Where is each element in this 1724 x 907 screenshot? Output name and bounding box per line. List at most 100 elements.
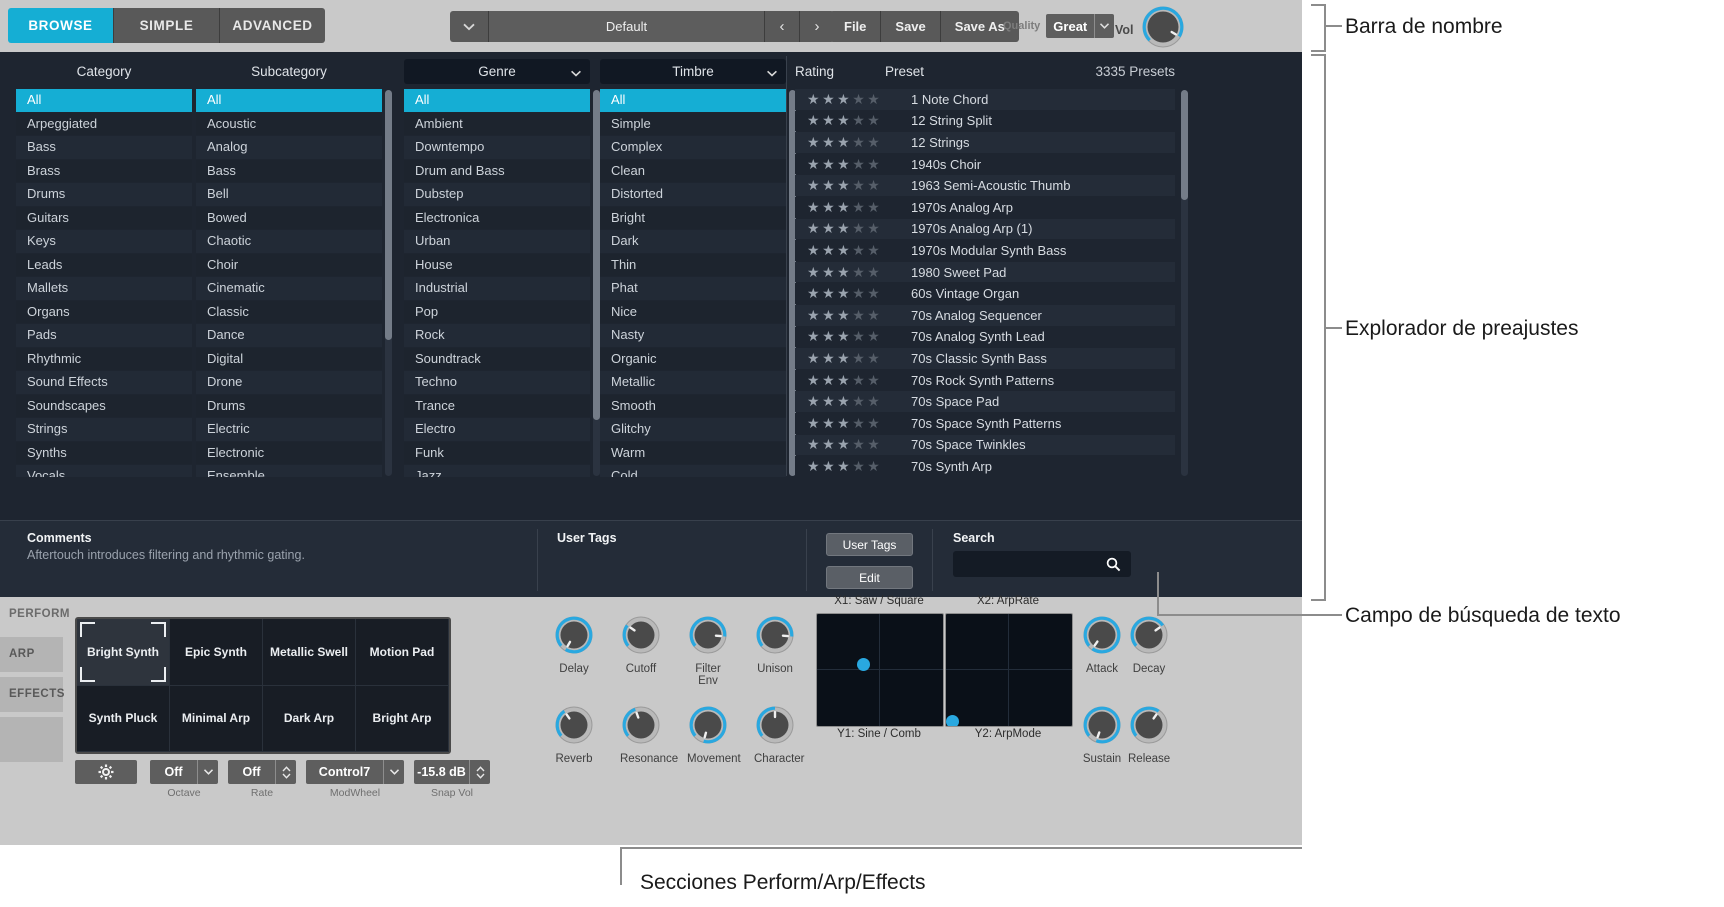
status-badge[interactable]: ★ ★ ★ ★ ★ [795, 242, 902, 259]
list-item[interactable]: Classic [196, 300, 382, 323]
star-icon[interactable]: ★ [852, 91, 867, 108]
star-icon[interactable]: ★ [807, 199, 822, 216]
table-row[interactable]: ★ ★ ★ ★ ★ 70s Space Pad [795, 391, 1175, 412]
star-icon[interactable]: ★ [822, 134, 837, 151]
stepper-icon[interactable] [469, 760, 490, 784]
list-subcategory[interactable]: All Acoustic Analog Bass Bell Bowed Chaotic Cho… [196, 89, 382, 477]
knob-dial[interactable] [1129, 705, 1169, 745]
performance-pad[interactable]: Motion Pad [356, 619, 449, 686]
scrollbar[interactable] [593, 90, 600, 476]
control-value-box[interactable]: Off [150, 760, 218, 784]
star-icon[interactable]: ★ [837, 242, 852, 259]
status-badge[interactable]: ★ ★ ★ ★ ★ [795, 350, 902, 367]
table-row[interactable]: ★ ★ ★ ★ ★ 70s Analog Sequencer [795, 304, 1175, 326]
list-item[interactable]: Warm [600, 441, 786, 464]
knob-cutoff[interactable]: Cutoff [620, 615, 662, 675]
knob-decay[interactable]: Decay [1128, 615, 1170, 675]
knob-reverb[interactable]: Reverb [553, 705, 595, 765]
star-icon[interactable]: ★ [852, 199, 867, 216]
status-badge[interactable]: ★ ★ ★ ★ ★ [795, 415, 902, 432]
list-item[interactable]: Digital [196, 347, 382, 370]
star-icon[interactable]: ★ [807, 134, 822, 151]
user-tags-button[interactable]: User Tags [826, 533, 913, 556]
list-item[interactable]: Sound Effects [16, 371, 192, 394]
table-row[interactable]: ★ ★ ★ ★ ★ 12 Strings [795, 132, 1175, 153]
list-item[interactable]: Organs [16, 300, 192, 323]
table-row[interactable]: ★ ★ ★ ★ ★ 70s Space Twinkles [795, 434, 1175, 456]
section-tab-perform[interactable]: PERFORM [0, 597, 70, 632]
list-item[interactable]: Distorted [600, 183, 786, 206]
table-row[interactable]: ★ ★ ★ ★ ★ 70s Synth Arp [795, 456, 1175, 477]
star-icon[interactable]: ★ [867, 112, 882, 129]
knob-dial[interactable] [1129, 615, 1169, 655]
star-icon[interactable]: ★ [807, 264, 822, 281]
star-icon[interactable]: ★ [867, 242, 882, 259]
list-item[interactable]: Keys [16, 230, 192, 253]
star-icon[interactable]: ★ [807, 112, 822, 129]
star-icon[interactable]: ★ [852, 328, 867, 345]
list-item[interactable]: Ensemble [196, 465, 382, 477]
section-tab-effects[interactable]: EFFECTS [0, 677, 64, 712]
star-icon[interactable]: ★ [867, 328, 882, 345]
list-item[interactable]: Dark [600, 230, 786, 253]
preset-table[interactable]: ★ ★ ★ ★ ★ 1 Note Chord ★ ★ ★ ★ ★ 12 String Split ★ ★ ★… [795, 89, 1175, 477]
star-icon[interactable]: ★ [837, 328, 852, 345]
star-icon[interactable]: ★ [822, 177, 837, 194]
list-item[interactable]: Cinematic [196, 277, 382, 300]
list-item[interactable]: Smooth [600, 394, 786, 417]
list-item[interactable]: Choir [196, 253, 382, 276]
list-item[interactable]: Industrial [404, 277, 590, 300]
star-icon[interactable]: ★ [807, 307, 822, 324]
star-icon[interactable]: ★ [867, 436, 882, 453]
chevron-down-icon[interactable] [383, 760, 404, 784]
list-item[interactable]: Phat [600, 277, 786, 300]
status-badge[interactable]: ★ ★ ★ ★ ★ [795, 264, 902, 281]
star-icon[interactable]: ★ [867, 156, 882, 173]
star-icon[interactable]: ★ [807, 285, 822, 302]
star-icon[interactable]: ★ [837, 199, 852, 216]
star-icon[interactable]: ★ [852, 415, 867, 432]
performance-pad[interactable]: Metallic Swell [263, 619, 356, 686]
list-item[interactable]: Guitars [16, 206, 192, 229]
star-icon[interactable]: ★ [837, 264, 852, 281]
scrollbar[interactable] [385, 90, 392, 476]
knob-dial[interactable] [1082, 705, 1122, 745]
star-icon[interactable]: ★ [822, 112, 837, 129]
control-value-box[interactable]: Control7 [306, 760, 404, 784]
section-tab-arp[interactable]: ARP [0, 637, 63, 672]
knob-dial[interactable] [621, 705, 661, 745]
list-item[interactable]: Acoustic [196, 112, 382, 135]
star-icon[interactable]: ★ [822, 350, 837, 367]
previous-preset-button[interactable]: ‹ [764, 11, 799, 42]
preset-name-display[interactable]: Default [489, 11, 764, 42]
star-icon[interactable]: ★ [807, 415, 822, 432]
star-icon[interactable]: ★ [807, 156, 822, 173]
view-tab-browse[interactable]: BROWSE [8, 8, 114, 43]
settings-button[interactable] [75, 760, 137, 784]
star-icon[interactable]: ★ [867, 307, 882, 324]
star-icon[interactable]: ★ [837, 134, 852, 151]
list-item[interactable]: Drums [16, 183, 192, 206]
table-row[interactable]: ★ ★ ★ ★ ★ 70s Analog Synth Lead [795, 326, 1175, 348]
list-item[interactable]: Bass [196, 159, 382, 182]
star-icon[interactable]: ★ [822, 242, 837, 259]
star-icon[interactable]: ★ [837, 372, 852, 389]
file-button[interactable]: File [830, 11, 882, 42]
star-icon[interactable]: ★ [852, 264, 867, 281]
edit-tags-button[interactable]: Edit [826, 566, 913, 589]
knob-unison[interactable]: Unison [754, 615, 796, 675]
list-item[interactable]: Ambient [404, 112, 590, 135]
stepper-icon[interactable] [275, 760, 296, 784]
list-item[interactable]: Simple [600, 112, 786, 135]
list-item[interactable]: Complex [600, 136, 786, 159]
star-icon[interactable]: ★ [807, 458, 822, 475]
star-icon[interactable]: ★ [852, 177, 867, 194]
performance-pad[interactable]: Epic Synth [170, 619, 263, 686]
star-icon[interactable]: ★ [822, 91, 837, 108]
star-icon[interactable]: ★ [807, 220, 822, 237]
status-badge[interactable]: ★ ★ ★ ★ ★ [795, 307, 902, 324]
list-category[interactable]: All Arpeggiated Bass Brass Drums Guitars Keys L… [16, 89, 192, 477]
knob-dial[interactable] [688, 615, 728, 655]
star-icon[interactable]: ★ [867, 372, 882, 389]
chevron-down-icon[interactable] [197, 760, 218, 784]
